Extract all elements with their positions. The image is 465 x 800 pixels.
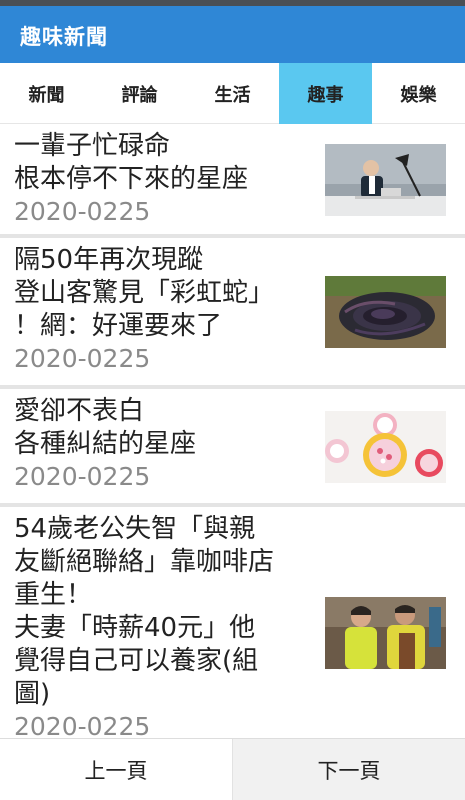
tab-news[interactable]: 新聞 [0, 63, 93, 124]
article-date: 2020-0225 [14, 197, 151, 226]
app-title: 趣味新聞 [20, 25, 108, 49]
article-thumbnail[interactable] [325, 276, 446, 348]
article-title: 一輩子忙碌命 根本停不下來的星座 [14, 131, 249, 194]
article-text: 一輩子忙碌命 根本停不下來的星座 2020-0225 [14, 130, 314, 228]
article-title: 隔50年再次現蹤 登山客驚見「彩虹蛇」 ！網：好運要來了 [14, 245, 275, 341]
couple-photo-icon [325, 597, 446, 669]
article-date: 2020-0225 [14, 462, 151, 491]
tab-life[interactable]: 生活 [186, 63, 279, 124]
previous-page-button[interactable]: 上一頁 [0, 739, 232, 800]
category-tabs: 新聞 評論 生活 趣事 娛樂 [0, 63, 465, 124]
tab-comments[interactable]: 評論 [93, 63, 186, 124]
article-list[interactable]: 一輩子忙碌命 根本停不下來的星座 2020-0225 隔50年再次現蹤 登山客驚… [0, 124, 465, 738]
list-item[interactable]: 一輩子忙碌命 根本停不下來的星座 2020-0225 [0, 124, 465, 238]
article-text: 54歲老公失智「與親 友斷絕聯絡」靠咖啡店 重生！ 夫妻「時薪40元」他 覺得自… [14, 513, 314, 738]
tab-fun[interactable]: 趣事 [279, 63, 372, 124]
article-date: 2020-0225 [14, 344, 151, 373]
pagination-bar: 上一頁 下一頁 [0, 738, 465, 800]
snake-photo-icon [325, 276, 446, 348]
candy-bowls-photo-icon [325, 411, 446, 483]
article-thumbnail[interactable] [325, 144, 446, 216]
next-page-button[interactable]: 下一頁 [232, 739, 465, 800]
article-text: 隔50年再次現蹤 登山客驚見「彩虹蛇」 ！網：好運要來了 2020-0225 [14, 244, 314, 375]
list-item[interactable]: 54歲老公失智「與親 友斷絕聯絡」靠咖啡店 重生！ 夫妻「時薪40元」他 覺得自… [0, 507, 465, 738]
app-bar: 趣味新聞 [0, 6, 465, 63]
businessman-photo-icon [325, 144, 446, 216]
article-title: 54歲老公失智「與親 友斷絕聯絡」靠咖啡店 重生！ 夫妻「時薪40元」他 覺得自… [14, 514, 275, 709]
tab-entertainment[interactable]: 娛樂 [372, 63, 465, 124]
list-item[interactable]: 愛卻不表白 各種糾結的星座 2020-0225 [0, 389, 465, 507]
list-item[interactable]: 隔50年再次現蹤 登山客驚見「彩虹蛇」 ！網：好運要來了 2020-0225 [0, 238, 465, 389]
article-thumbnail[interactable] [325, 597, 446, 669]
article-date: 2020-0225 [14, 712, 151, 738]
article-text: 愛卻不表白 各種糾結的星座 2020-0225 [14, 395, 314, 493]
article-title: 愛卻不表白 各種糾結的星座 [14, 396, 197, 459]
article-thumbnail[interactable] [325, 411, 446, 483]
